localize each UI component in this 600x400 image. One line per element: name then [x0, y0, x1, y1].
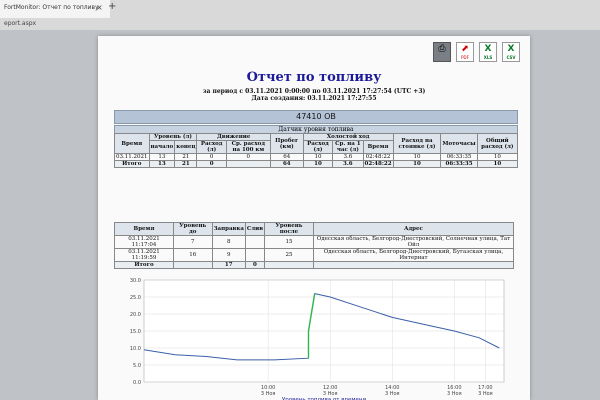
col-idle-time: Время	[362, 140, 394, 154]
col-parking: Расход на стоянке (л)	[392, 133, 442, 154]
report-created: Дата создания: 03.11.2021 17:27:55	[251, 95, 377, 102]
col-movement: Движение	[196, 133, 271, 141]
tab-title: FortMonitor: Отчет по топливу	[4, 4, 99, 11]
x-tick-date: 3 Ноя	[385, 391, 400, 397]
col-engine-hours: Моточасы	[440, 133, 478, 154]
col-mileage: Пробег (км)	[269, 133, 304, 154]
close-icon[interactable]: ×	[96, 3, 103, 12]
col-idle: Холостой ход	[302, 133, 394, 141]
vehicle-header: 47410 ОВ	[114, 110, 518, 124]
browser-tab[interactable]: FortMonitor: Отчет по топливу ×	[0, 0, 110, 18]
y-tick-label: 25.0	[130, 295, 141, 301]
col-idle-avg: Ср. на 1 час (л)	[332, 140, 364, 154]
new-tab-icon[interactable]: +	[108, 1, 116, 12]
csv-icon[interactable]: X CSV	[502, 42, 520, 62]
col-idle-consumption: Расход (л)	[302, 140, 334, 154]
x-tick-date: 3 Ноя	[478, 391, 493, 397]
table-row: 03.11.2021 11:19:59 16 9 25 Одесская обл…	[114, 248, 515, 262]
col-level: Уровень (л)	[148, 133, 198, 141]
y-tick-label: 10.0	[130, 346, 141, 352]
col-refuel: Заправка	[211, 222, 246, 236]
report-title: Отчет по топливу	[246, 70, 382, 85]
x-tick-date: 3 Ноя	[447, 391, 462, 397]
col-mv-avg: Ср. расход на 100 км	[225, 140, 271, 154]
col-level-start: начало	[148, 140, 176, 154]
col-level-before: Уровень до	[172, 222, 213, 236]
col-level-end: конец	[174, 140, 198, 154]
export-toolbar: ⎙ ⬈ PDF X XLS X CSV	[433, 42, 520, 62]
refuel-events-table: Время Уровень до Заправка Слив Уровень п…	[114, 222, 515, 269]
y-tick-label: 0.0	[133, 380, 141, 386]
table-total-row: Итого 17 0	[114, 261, 515, 269]
address-text: eport.aspx	[4, 20, 37, 27]
col-mv-consumption: Расход (л)	[196, 140, 227, 154]
pdf-icon[interactable]: ⬈ PDF	[456, 42, 474, 62]
col-total: Общий расход (л)	[476, 133, 519, 154]
col-time: Время	[114, 133, 150, 154]
report-sheet: ⎙ ⬈ PDF X XLS X CSV Отчет по топливу за пер…	[98, 36, 530, 400]
x-tick-date: 3 Ноя	[261, 391, 276, 397]
fuel-level-chart: 0.05.010.015.020.025.030.010:003 Ноя12:0…	[130, 278, 505, 400]
address-bar[interactable]: eport.aspx	[4, 18, 600, 30]
table-row: 03.11.2021 11:17:04 7 8 15 Одесская обла…	[114, 235, 515, 249]
table-row: 03.11.2021 13 21 0 0 64 10 3.6 02:48:22 …	[114, 153, 519, 161]
y-tick-label: 20.0	[130, 312, 141, 318]
col-event-time: Время	[114, 222, 174, 236]
col-address: Адрес	[312, 222, 515, 236]
col-drain: Слив	[244, 222, 266, 236]
report-period: за период с 03.11.2021 0:00:00 по 03.11.…	[202, 88, 426, 95]
xls-icon[interactable]: X XLS	[479, 42, 497, 62]
col-level-after: Уровень после	[264, 222, 314, 236]
y-tick-label: 5.0	[133, 363, 141, 369]
y-tick-label: 15.0	[130, 329, 141, 335]
table-total-row: Итого 13 21 0 64 10 3.6 02:48:22 10 06:3…	[114, 160, 519, 168]
y-tick-label: 30.0	[130, 278, 141, 284]
printer-icon[interactable]: ⎙	[433, 42, 451, 62]
fuel-summary-table: Время Уровень (л) Движение Пробег (км) Х…	[114, 133, 519, 168]
